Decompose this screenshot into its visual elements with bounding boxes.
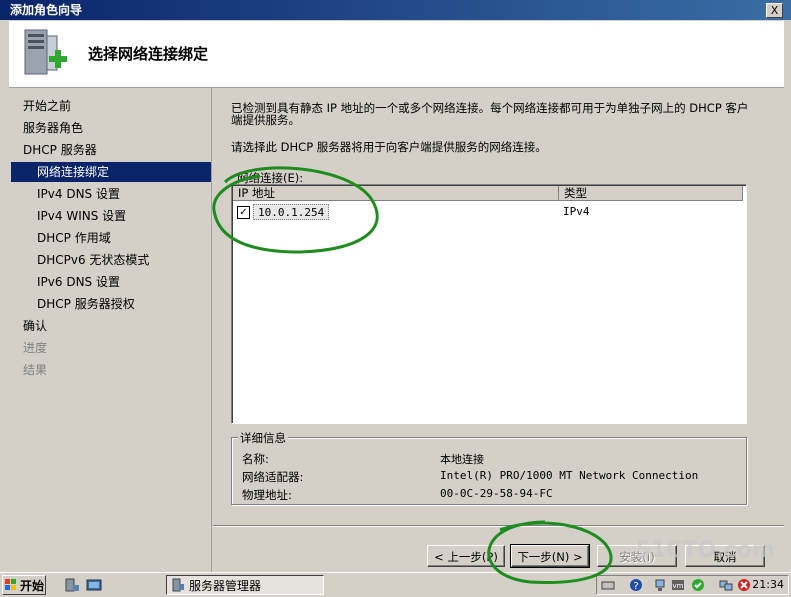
wizard-header: 选择网络连接绑定 (9, 21, 784, 88)
server-manager-icon (172, 578, 184, 592)
nav-item-ipv4-wins[interactable]: IPv4 WINS 设置 (37, 206, 126, 226)
network-status-icon[interactable] (719, 578, 733, 592)
nav-item-results: 结果 (23, 363, 48, 377)
window-title: 添加角色向导 (10, 3, 83, 17)
nav-item-progress: 进度 (23, 341, 48, 355)
watermark: 51CTO.com (635, 538, 775, 563)
wizard-content: 已检测到具有静态 IP 地址的一个或多个网络连接。每个网络连接都可用于为单独子网… (213, 88, 784, 572)
system-tray: ? vm 21:34 (596, 575, 789, 595)
adapter-label: 网络适配器: (242, 470, 304, 484)
wizard-nav: 开始之前 服务器角色 DHCP 服务器 网络连接绑定 IPv4 DNS 设置 I… (9, 88, 212, 572)
nav-item-dhcp-scopes[interactable]: DHCP 作用域 (37, 228, 111, 248)
close-button[interactable]: X (766, 3, 783, 18)
windows-logo-icon (5, 579, 16, 590)
nav-item-dhcp-server[interactable]: DHCP 服务器 (23, 140, 97, 160)
taskbar: 开始 服务器管理器 ? vm 21:34 (0, 572, 791, 597)
mac-value: 00-0C-29-58-94-FC (440, 487, 553, 500)
page-title: 选择网络连接绑定 (88, 45, 209, 63)
nav-item-label: 网络连接绑定 (37, 165, 110, 179)
keyboard-icon[interactable] (601, 578, 615, 592)
add-roles-wizard-window: 添加角色向导 X 选择网络连接绑定 开始之前 服务器角色 DHCP 服务器 网络… (0, 0, 791, 572)
server-add-icon (24, 29, 67, 75)
column-header-ip[interactable]: IP 地址 (233, 186, 559, 201)
next-button[interactable]: 下一步(N) > (510, 544, 590, 568)
instruction-text: 请选择此 DHCP 服务器将用于向客户端提供服务的网络连接。 (231, 140, 547, 154)
connection-checkbox[interactable]: ✓ (237, 206, 250, 219)
nav-item-before-you-begin[interactable]: 开始之前 (23, 96, 71, 116)
nav-item-dhcp-authorization[interactable]: DHCP 服务器授权 (37, 294, 135, 314)
table-row[interactable]: ✓ 10.0.1.254 IPv4 (235, 204, 741, 220)
ip-address-cell: 10.0.1.254 (253, 204, 330, 220)
vmware-icon[interactable]: vm (671, 578, 685, 592)
taskbar-button-label: 服务器管理器 (189, 579, 262, 593)
button-separator (213, 525, 784, 527)
clock: 21:34 (752, 578, 784, 591)
show-desktop-icon[interactable] (86, 577, 102, 593)
taskbar-button-server-manager[interactable]: 服务器管理器 (166, 575, 324, 595)
svg-text:vm: vm (673, 582, 684, 590)
details-group: 详细信息 名称: 本地连接 网络适配器: Intel(R) PRO/1000 M… (231, 430, 747, 505)
mac-label: 物理地址: (242, 488, 292, 502)
nav-item-dhcpv6-stateless[interactable]: DHCPv6 无状态模式 (37, 250, 149, 270)
title-bar[interactable]: 添加角色向导 X (0, 0, 791, 20)
server-manager-quicklaunch-icon[interactable] (64, 577, 80, 593)
network-connections-list[interactable]: IP 地址 类型 ✓ 10.0.1.254 IPv4 (231, 184, 747, 424)
network-icon[interactable] (653, 578, 667, 592)
column-header-type[interactable]: 类型 (559, 186, 743, 201)
name-label: 名称: (242, 452, 269, 466)
svg-text:?: ? (633, 581, 638, 592)
type-cell: IPv4 (563, 205, 590, 218)
start-label: 开始 (20, 579, 45, 593)
security-ok-icon[interactable] (691, 578, 705, 592)
name-value: 本地连接 (440, 453, 484, 466)
nav-item-ipv4-dns[interactable]: IPv4 DNS 设置 (37, 184, 120, 204)
details-legend: 详细信息 (238, 430, 288, 446)
start-button[interactable]: 开始 (2, 575, 46, 595)
nav-item-ipv6-dns[interactable]: IPv6 DNS 设置 (37, 272, 120, 292)
description-text: 已检测到具有静态 IP 地址的一个或多个网络连接。每个网络连接都可用于为单独子网… (231, 101, 749, 127)
nav-item-confirmation[interactable]: 确认 (23, 316, 47, 336)
prev-button[interactable]: < 上一步(P) (427, 545, 505, 567)
nav-item-server-roles[interactable]: 服务器角色 (23, 118, 83, 138)
nav-item-network-binding[interactable]: 网络连接绑定 (11, 162, 211, 182)
adapter-value: Intel(R) PRO/1000 MT Network Connection (440, 469, 699, 482)
volume-error-icon[interactable] (737, 578, 751, 592)
help-icon[interactable]: ? (629, 578, 643, 592)
